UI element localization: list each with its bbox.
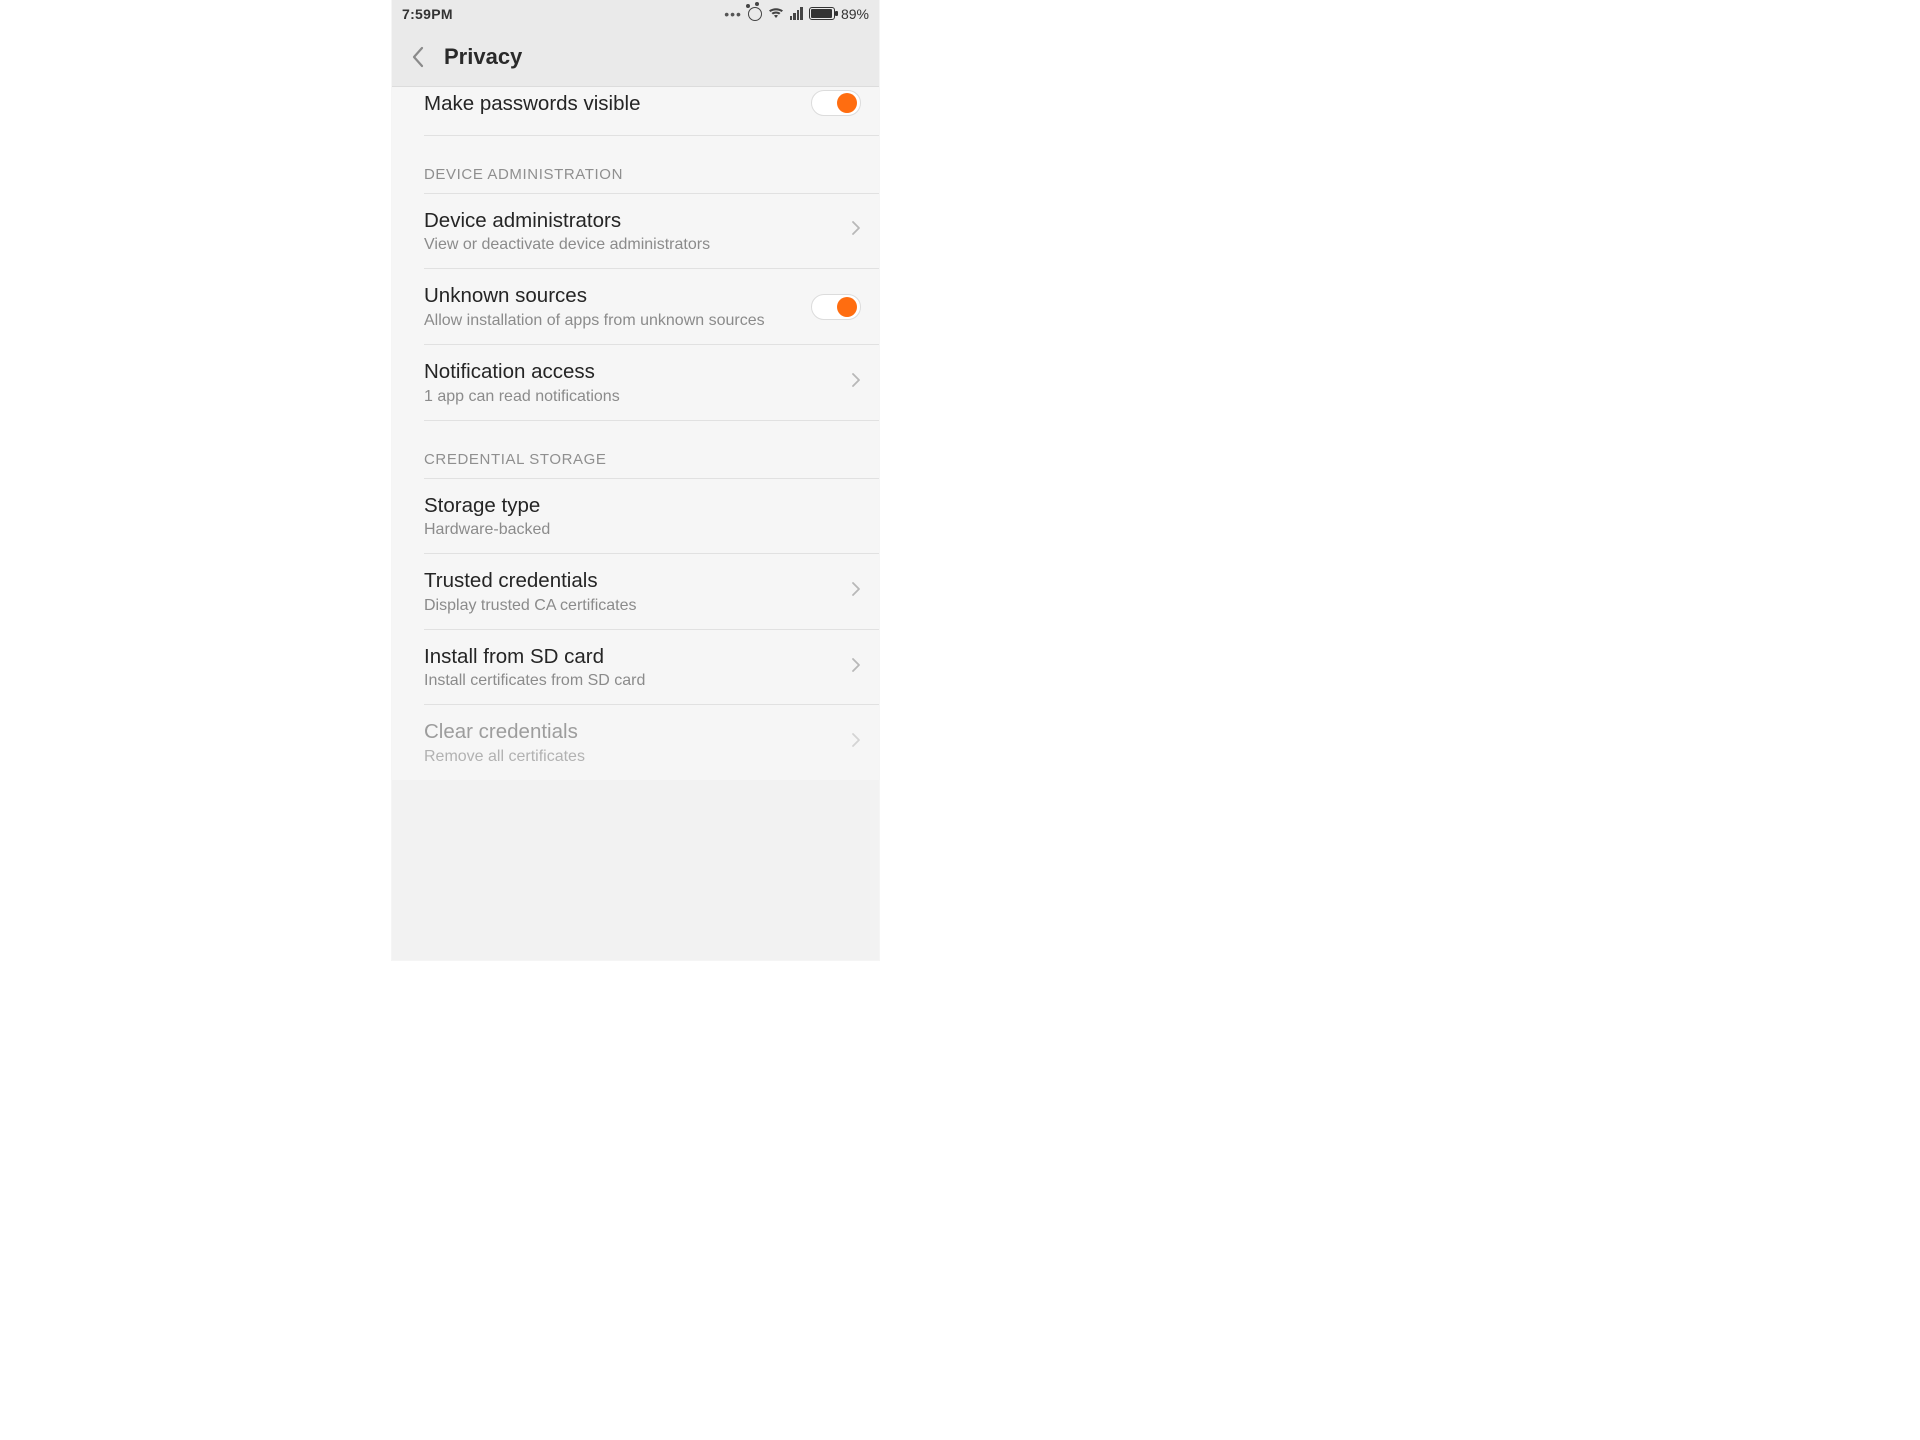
row-title: Trusted credentials [424,568,839,594]
row-title: Make passwords visible [424,91,811,117]
row-subtitle: Display trusted CA certificates [424,597,839,615]
chevron-left-icon [411,46,425,68]
alarm-icon [748,7,762,21]
page-title: Privacy [444,44,522,70]
row-title: Clear credentials [424,719,839,745]
section-header-device-admin: DEVICE ADMINISTRATION [392,136,879,193]
status-bar: 7:59PM ••• 89% [392,0,879,27]
battery-icon [809,7,835,20]
status-right-icons: ••• 89% [724,6,869,22]
chevron-right-icon [851,581,861,602]
status-time: 7:59PM [402,6,453,22]
phone-screen: 7:59PM ••• 89% Privacy [392,0,879,960]
row-title: Unknown sources [424,283,811,309]
row-notification-access[interactable]: Notification access 1 app can read notif… [392,345,879,420]
row-title: Notification access [424,359,839,385]
row-trusted-credentials[interactable]: Trusted credentials Display trusted CA c… [392,554,879,629]
chevron-right-icon [851,220,861,241]
row-install-from-sd-card[interactable]: Install from SD card Install certificate… [392,630,879,705]
back-button[interactable] [406,45,430,69]
chevron-right-icon [851,372,861,393]
chevron-right-icon [851,657,861,678]
signal-icon [790,7,803,20]
row-clear-credentials: Clear credentials Remove all certificate… [392,705,879,780]
row-subtitle: Install certificates from SD card [424,672,839,690]
app-header: Privacy [392,27,879,87]
chevron-right-icon [851,732,861,753]
row-device-administrators[interactable]: Device administrators View or deactivate… [392,194,879,269]
row-subtitle: Remove all certificates [424,748,839,766]
toggle-unknown-sources[interactable] [811,294,861,320]
more-icon: ••• [724,6,742,22]
row-subtitle: View or deactivate device administrators [424,236,839,254]
wifi-icon [768,6,784,22]
battery-percentage: 89% [841,6,869,22]
row-make-passwords-visible[interactable]: Make passwords visible [392,87,879,135]
row-title: Install from SD card [424,644,839,670]
section-header-credential-storage: CREDENTIAL STORAGE [392,421,879,478]
row-title: Device administrators [424,208,839,234]
toggle-make-passwords-visible[interactable] [811,90,861,116]
row-unknown-sources[interactable]: Unknown sources Allow installation of ap… [392,269,879,344]
row-subtitle: Hardware-backed [424,521,861,539]
row-title: Storage type [424,493,861,519]
row-subtitle: 1 app can read notifications [424,388,839,406]
row-storage-type[interactable]: Storage type Hardware-backed [392,479,879,554]
settings-list: Make passwords visible DEVICE ADMINISTRA… [392,87,879,780]
row-subtitle: Allow installation of apps from unknown … [424,312,811,330]
